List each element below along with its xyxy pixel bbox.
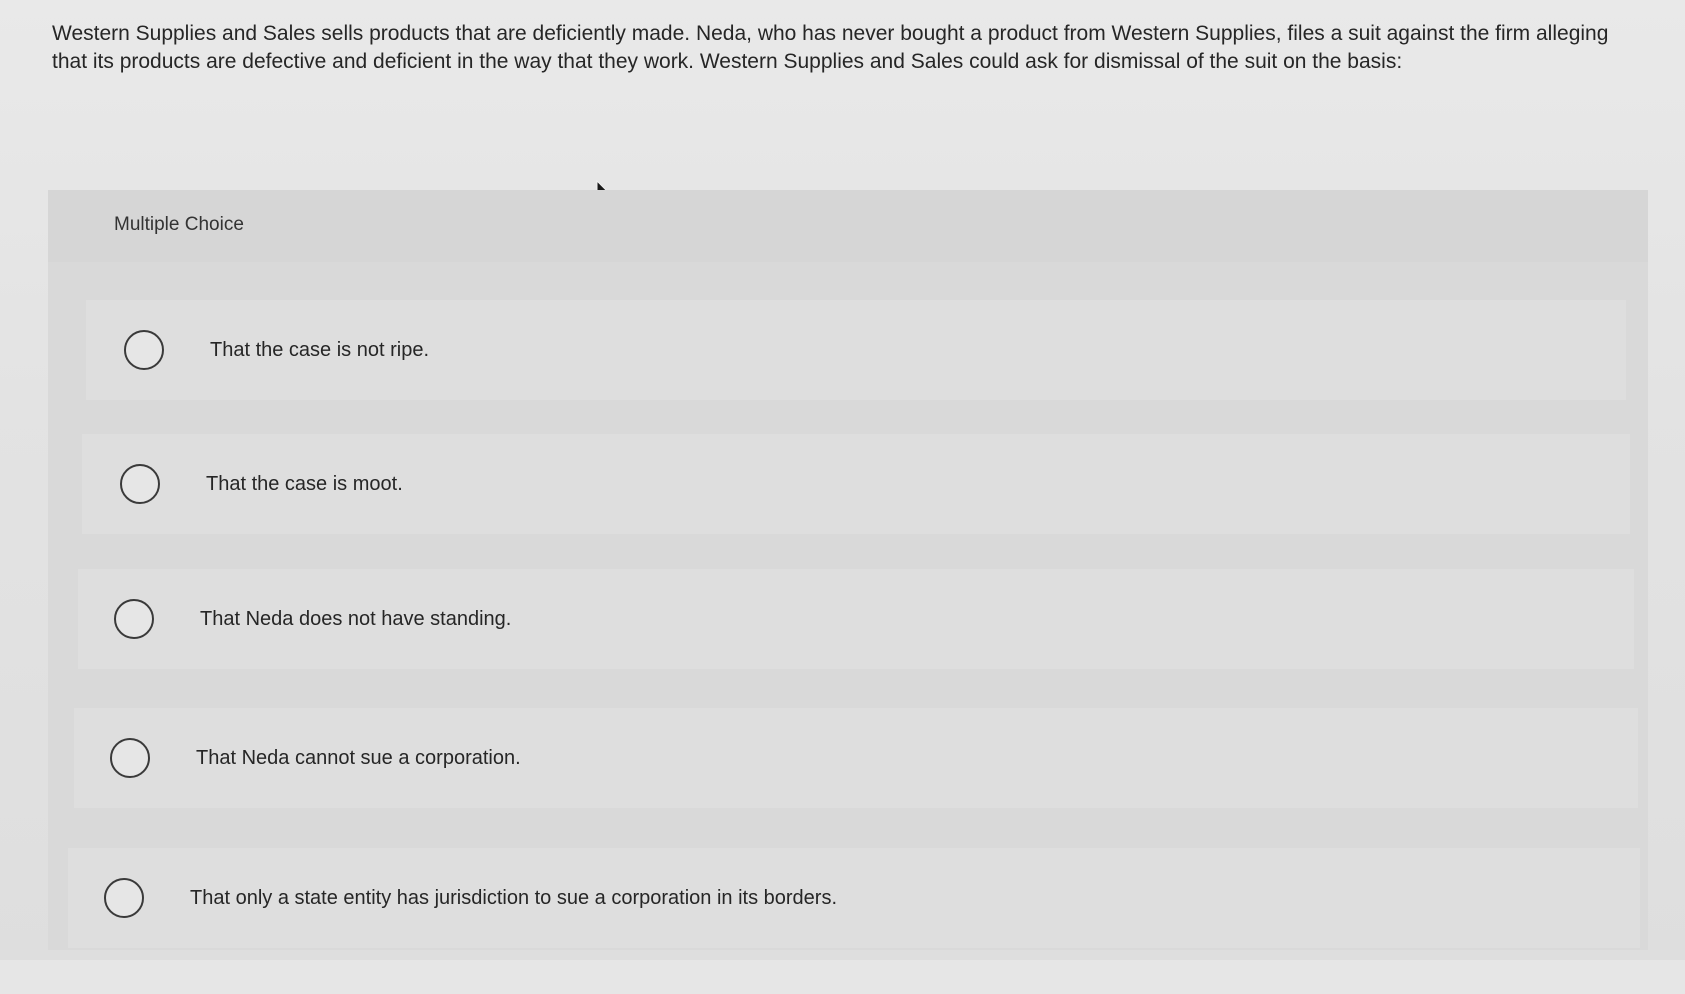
option-a[interactable]: That the case is not ripe. [86, 300, 1626, 400]
radio-unselected-icon[interactable] [124, 330, 164, 370]
multiple-choice-title: Multiple Choice [114, 214, 244, 235]
option-label: That Neda does not have standing. [200, 607, 512, 630]
option-label: That Neda cannot sue a corporation. [196, 746, 521, 769]
radio-unselected-icon[interactable] [120, 464, 160, 504]
option-label: That the case is not ripe. [210, 338, 430, 361]
option-c[interactable]: That Neda does not have standing. [78, 569, 1634, 669]
option-label: That the case is moot. [206, 472, 403, 495]
radio-unselected-icon[interactable] [104, 878, 144, 918]
bottom-strip [0, 960, 1685, 994]
multiple-choice-header: Multiple Choice [48, 190, 1648, 262]
question-text: Western Supplies and Sales sells product… [52, 22, 1609, 73]
option-b[interactable]: That the case is moot. [82, 434, 1630, 534]
option-d[interactable]: That Neda cannot sue a corporation. [74, 708, 1638, 808]
radio-unselected-icon[interactable] [110, 738, 150, 778]
option-label: That only a state entity has jurisdictio… [190, 886, 838, 909]
radio-unselected-icon[interactable] [114, 599, 154, 639]
option-e[interactable]: That only a state entity has jurisdictio… [68, 848, 1640, 948]
multiple-choice-panel: Multiple Choice That the case is not rip… [48, 190, 1648, 950]
